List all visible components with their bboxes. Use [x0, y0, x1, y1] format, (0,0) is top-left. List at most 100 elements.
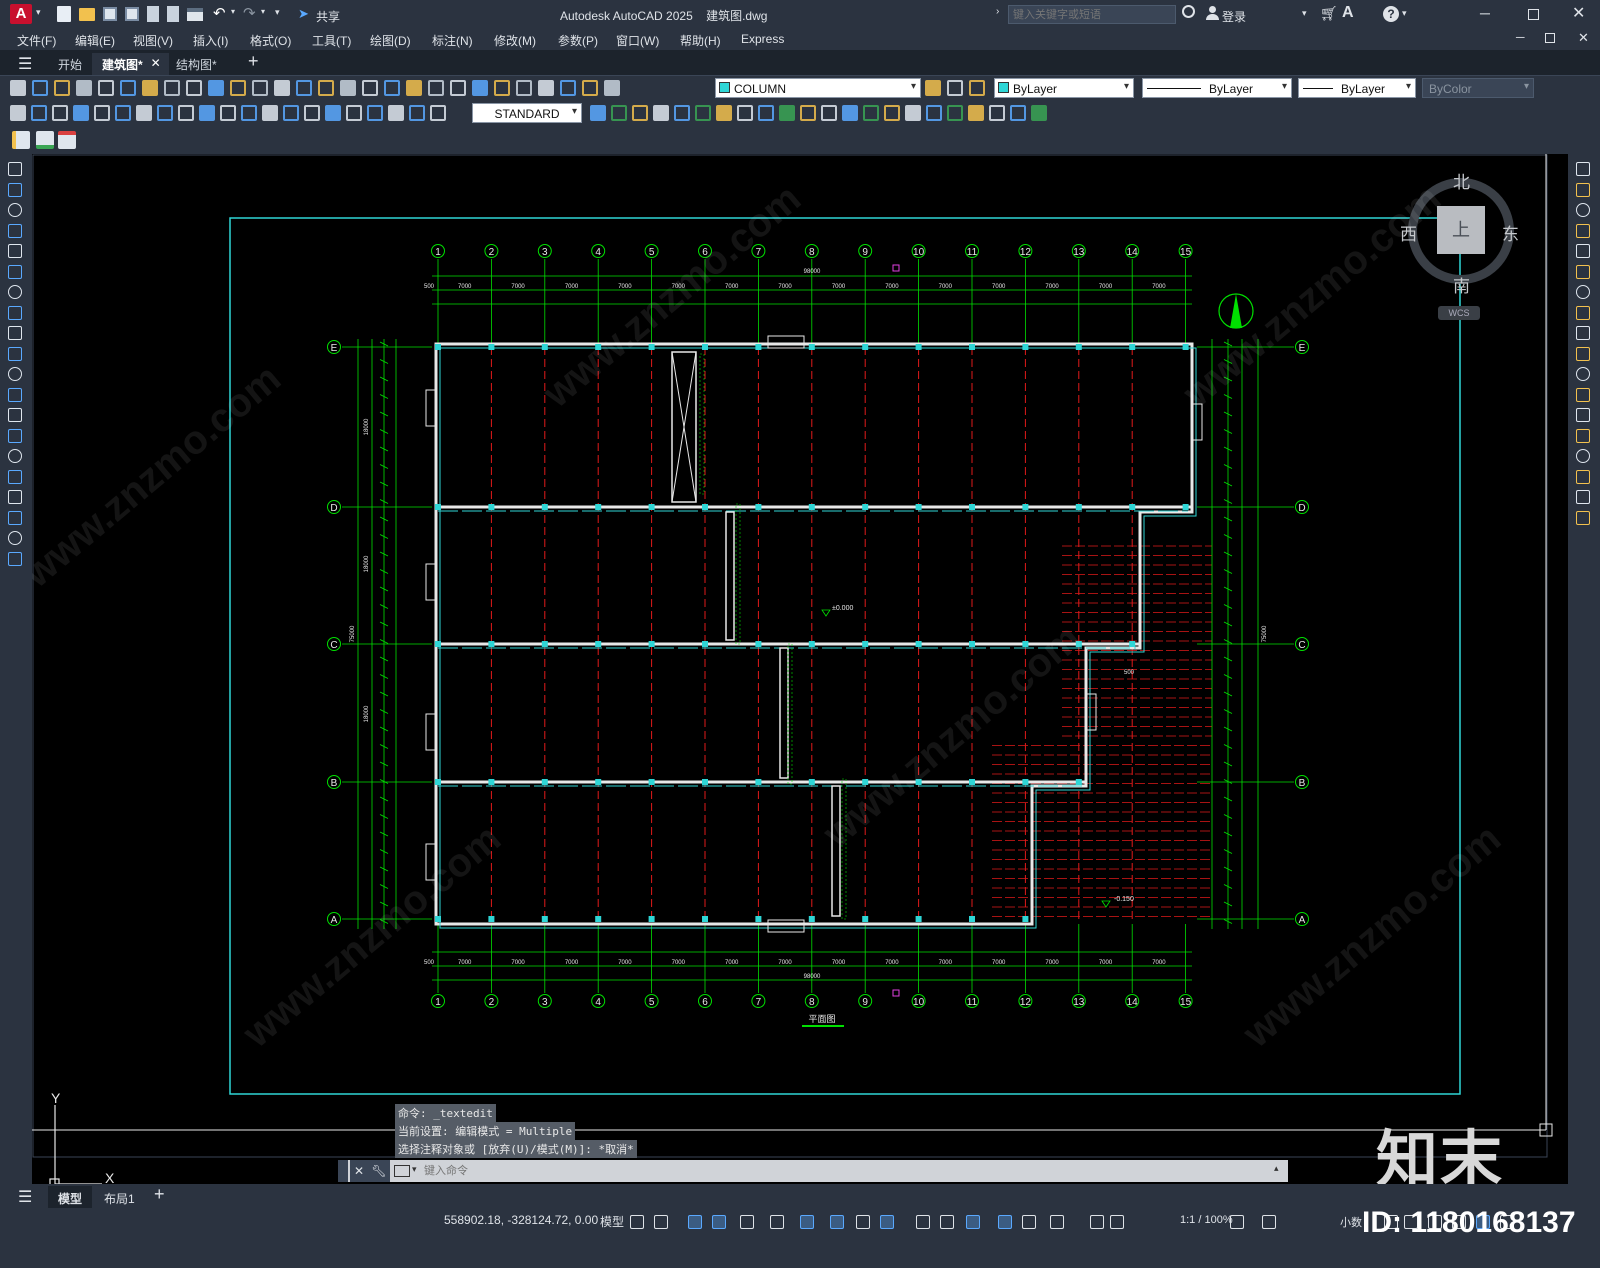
- lineweight-icon[interactable]: [856, 1215, 870, 1229]
- copy-icon[interactable]: [164, 80, 180, 96]
- scale-icon[interactable]: [1576, 305, 1590, 320]
- polyline-icon[interactable]: [8, 203, 22, 217]
- table-icon[interactable]: [947, 105, 963, 121]
- doc-close-icon[interactable]: ✕: [1578, 30, 1589, 46]
- diameter-icon[interactable]: [136, 105, 152, 121]
- new-tab-icon[interactable]: +: [248, 51, 259, 72]
- baseline-icon[interactable]: [199, 105, 215, 121]
- search-input[interactable]: [1008, 5, 1176, 24]
- coordinates-readout[interactable]: 558902.18, -328124.72, 0.00: [444, 1213, 598, 1227]
- dimension-edit-icon[interactable]: [367, 105, 383, 121]
- ordinate-icon[interactable]: [73, 105, 89, 121]
- sheet-set-icon[interactable]: [406, 80, 422, 96]
- menu-parameters[interactable]: 参数(P): [558, 32, 598, 49]
- extend-icon[interactable]: [1576, 367, 1590, 381]
- make-current-layer-icon[interactable]: [925, 80, 941, 96]
- jogged-icon[interactable]: [115, 105, 131, 121]
- array-icon[interactable]: [1576, 244, 1590, 258]
- insert-block-icon[interactable]: [8, 387, 22, 402]
- menu-modify[interactable]: 修改(M): [494, 32, 536, 49]
- rotate-icon[interactable]: [1576, 285, 1590, 299]
- grid-icon[interactable]: [630, 1215, 644, 1229]
- tab-architecture-drawing[interactable]: 建筑图* ✕: [92, 53, 169, 75]
- layer-state-icon[interactable]: [516, 80, 532, 96]
- offset-icon[interactable]: [1576, 223, 1590, 238]
- tab-close-icon[interactable]: ✕: [151, 56, 161, 70]
- print-icon[interactable]: [76, 80, 92, 96]
- revision-icon[interactable]: [1010, 105, 1026, 121]
- dimstyle-dropdown[interactable]: STANDARD ▾: [472, 103, 582, 123]
- zoom-icon[interactable]: [296, 80, 312, 96]
- move-icon[interactable]: [1576, 264, 1590, 279]
- angular-icon[interactable]: [157, 105, 173, 121]
- layer-dropdown[interactable]: COLUMN ▾: [715, 78, 921, 98]
- edit-attribute-icon[interactable]: [12, 131, 30, 149]
- region-icon[interactable]: [968, 105, 984, 121]
- publish-icon[interactable]: [120, 80, 136, 96]
- units-dropdown[interactable]: 小数: [1340, 1214, 1362, 1230]
- color-dropdown[interactable]: ByLayer ▾: [994, 78, 1134, 98]
- viewcube-south[interactable]: 南: [1453, 272, 1470, 297]
- arc-length-icon[interactable]: [52, 105, 68, 121]
- annotation-scale[interactable]: 1:1 / 100%: [1180, 1214, 1233, 1226]
- select-icon[interactable]: [800, 105, 816, 121]
- help-dropdown-icon[interactable]: ▾: [1402, 8, 1407, 19]
- lineweight-dropdown[interactable]: ByLayer ▾: [1298, 78, 1416, 98]
- viewcube[interactable]: 上 北 南 西 东 WCS: [1398, 168, 1519, 320]
- menu-tools[interactable]: 工具(T): [312, 32, 351, 49]
- undo-icon[interactable]: [230, 80, 246, 96]
- linear-dimension-icon[interactable]: [10, 105, 26, 121]
- menu-express[interactable]: Express: [741, 32, 784, 46]
- send-hatch-icon[interactable]: [716, 105, 732, 121]
- open-icon[interactable]: [560, 80, 576, 96]
- save-web-icon[interactable]: [167, 6, 179, 22]
- polar-icon[interactable]: [740, 1215, 754, 1229]
- menu-draw[interactable]: 绘图(D): [370, 32, 411, 49]
- xref-icon[interactable]: [863, 105, 879, 121]
- boundary-icon[interactable]: [1031, 105, 1047, 121]
- save-icon[interactable]: [54, 80, 70, 96]
- help-icon[interactable]: ?: [1383, 6, 1399, 22]
- snap-icon[interactable]: [654, 1215, 668, 1229]
- ole-icon[interactable]: [905, 105, 921, 121]
- tab-layout1[interactable]: 布局1: [96, 1186, 143, 1208]
- transparency-icon[interactable]: [880, 1215, 894, 1229]
- layer-previous-icon[interactable]: [947, 80, 963, 96]
- jogged-linear-icon[interactable]: [346, 105, 362, 121]
- tab-structure-drawing[interactable]: 结构图*: [166, 53, 227, 75]
- search-icon[interactable]: [1182, 5, 1195, 18]
- annotation-visibility-icon[interactable]: [1050, 1215, 1064, 1229]
- dynamic-ucs-icon[interactable]: [966, 1215, 980, 1229]
- tab-model[interactable]: 模型: [48, 1186, 93, 1208]
- minimize-window-icon[interactable]: ─: [1480, 5, 1490, 21]
- selection-filter-icon[interactable]: [998, 1215, 1012, 1229]
- dimstyle-icon[interactable]: [430, 105, 446, 121]
- break-icon[interactable]: [262, 105, 278, 121]
- arc-icon[interactable]: [8, 264, 22, 279]
- open-file-icon[interactable]: [79, 8, 95, 21]
- preview-icon[interactable]: [98, 80, 114, 96]
- login-dropdown-icon[interactable]: ▾: [1302, 8, 1307, 19]
- space-icon[interactable]: [241, 105, 257, 121]
- explode-icon[interactable]: [1576, 510, 1590, 525]
- block-editor-icon[interactable]: [36, 131, 54, 149]
- menu-format[interactable]: 格式(O): [250, 32, 291, 49]
- autodesk-app-icon[interactable]: A: [1342, 4, 1354, 22]
- command-grip-icon[interactable]: [338, 1160, 348, 1182]
- image-icon[interactable]: [884, 105, 900, 121]
- user-icon[interactable]: [1206, 6, 1219, 20]
- erase-icon[interactable]: [1576, 162, 1590, 176]
- object-snap-icon[interactable]: [830, 1215, 844, 1229]
- match-properties-icon[interactable]: [208, 80, 224, 96]
- app-logo[interactable]: A: [10, 4, 32, 24]
- attribute-manager-icon[interactable]: [58, 131, 76, 149]
- make-block-icon[interactable]: [8, 408, 22, 422]
- print-icon[interactable]: [604, 80, 620, 96]
- save-as-icon[interactable]: [125, 7, 139, 21]
- open-web-icon[interactable]: [147, 6, 159, 22]
- spline-icon[interactable]: [8, 326, 22, 340]
- new-icon[interactable]: [10, 80, 26, 96]
- field-icon[interactable]: [926, 105, 942, 121]
- new-icon[interactable]: [538, 80, 554, 96]
- menu-help[interactable]: 帮助(H): [680, 32, 721, 49]
